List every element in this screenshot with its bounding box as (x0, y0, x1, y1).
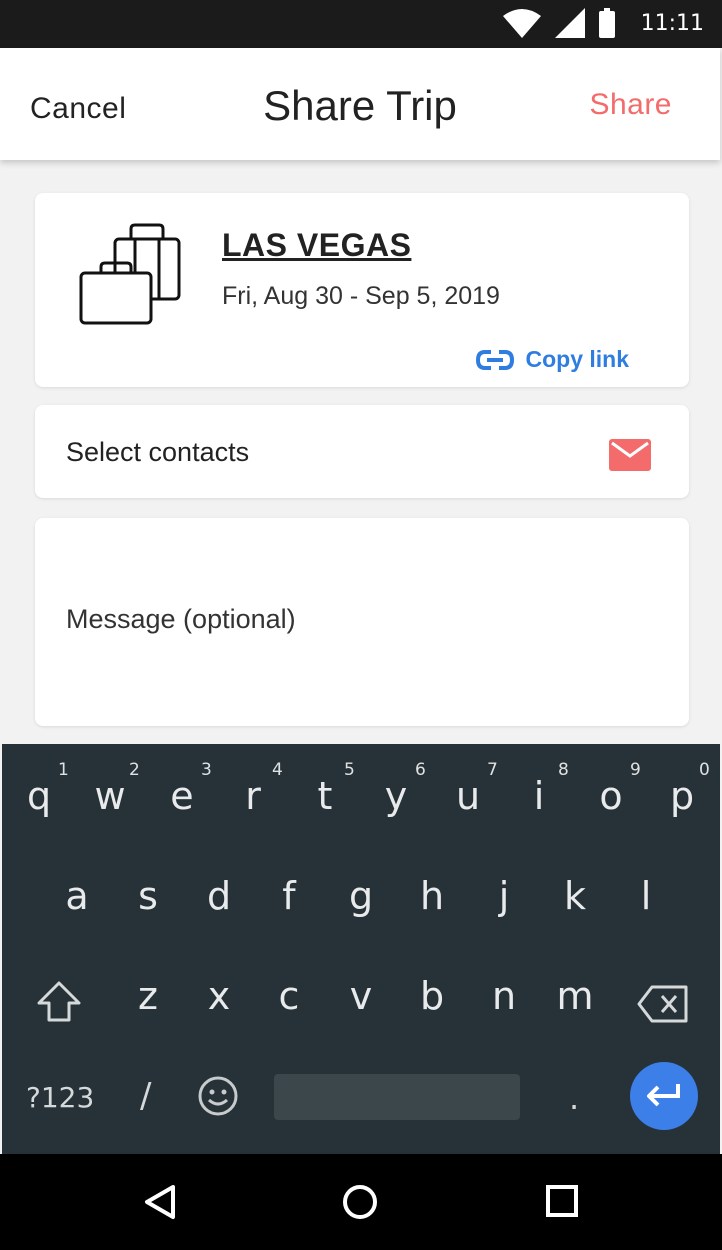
key-label: v (349, 974, 373, 1018)
key-label: y (384, 774, 408, 818)
key-u[interactable]: 7 u (435, 754, 501, 844)
copy-link-button[interactable]: Copy link (475, 346, 629, 373)
key-label: p (669, 774, 695, 818)
key-label: q (26, 774, 52, 818)
key-m[interactable]: m (542, 954, 608, 1044)
key-y[interactable]: 6 y (363, 754, 429, 844)
battery-icon (598, 8, 615, 38)
enter-icon (647, 1084, 680, 1107)
key-label: t (317, 774, 333, 818)
key-a[interactable]: a (44, 854, 110, 944)
key-label: a (65, 874, 89, 918)
key-label: e (170, 774, 194, 818)
key-g[interactable]: g (328, 854, 394, 944)
navigation-bar (0, 1154, 722, 1250)
key-p[interactable]: 0 p (649, 754, 715, 844)
status-icons: 11:11 (502, 8, 704, 38)
trip-dates: Fri, Aug 30 - Sep 5, 2019 (222, 282, 500, 310)
key-label: b (419, 974, 445, 1018)
key-x[interactable]: x (186, 954, 252, 1044)
enter-key[interactable] (630, 1062, 698, 1130)
key-label: x (207, 974, 231, 1018)
backspace-key[interactable] (630, 954, 696, 1044)
key-q[interactable]: 1 q (6, 754, 72, 844)
key-e[interactable]: 3 e (149, 754, 215, 844)
key-f[interactable]: f (256, 854, 322, 944)
key-r[interactable]: 4 r (220, 754, 286, 844)
recents-icon[interactable] (545, 1184, 579, 1218)
keyboard: 1 q 2 w 3 e 4 r 5 t 6 y 7 u 8 i 9 o 0 p … (2, 744, 720, 1154)
key-label: o (599, 774, 623, 818)
slash-key[interactable]: / (140, 1076, 151, 1116)
key-label: m (556, 974, 594, 1018)
key-s[interactable]: s (115, 854, 181, 944)
key-label: h (419, 874, 445, 918)
key-label: r (245, 774, 261, 818)
key-label: w (94, 774, 126, 818)
key-label: d (206, 874, 232, 918)
key-o[interactable]: 9 o (578, 754, 644, 844)
app-bar: Cancel Share Trip Share (0, 48, 720, 160)
key-j[interactable]: j (471, 854, 537, 944)
clock: 11:11 (640, 10, 704, 36)
mail-icon[interactable] (609, 439, 651, 471)
key-i[interactable]: 8 i (506, 754, 572, 844)
key-k[interactable]: k (542, 854, 608, 944)
space-bar[interactable] (274, 1074, 520, 1120)
backspace-icon (637, 985, 688, 1023)
key-label: k (563, 874, 586, 918)
shift-key[interactable] (26, 954, 92, 1044)
key-label: g (348, 874, 374, 918)
message-input[interactable] (66, 604, 656, 635)
select-contacts-label: Select contacts (66, 437, 250, 467)
key-label: l (640, 874, 652, 918)
key-b[interactable]: b (399, 954, 465, 1044)
status-bar: 11:11 (0, 0, 722, 48)
key-d[interactable]: d (186, 854, 252, 944)
wifi-icon (502, 9, 541, 38)
key-label: u (455, 774, 481, 818)
share-button[interactable]: Share (589, 88, 672, 122)
key-z[interactable]: z (115, 954, 181, 1044)
shift-icon (37, 981, 81, 1022)
key-label: c (278, 974, 300, 1018)
symbols-key[interactable]: ?123 (26, 1081, 94, 1114)
trip-destination[interactable]: LAS VEGAS (222, 227, 411, 264)
link-icon (476, 349, 515, 370)
home-icon[interactable] (342, 1184, 378, 1220)
key-h[interactable]: h (399, 854, 465, 944)
key-label: z (138, 974, 158, 1018)
copy-link-label: Copy link (525, 346, 629, 372)
key-c[interactable]: c (256, 954, 322, 1044)
trip-card: LAS VEGAS Fri, Aug 30 - Sep 5, 2019 Copy… (35, 193, 689, 387)
period-key[interactable]: . (569, 1079, 579, 1117)
key-n[interactable]: n (471, 954, 537, 1044)
key-label: f (282, 874, 296, 918)
back-icon[interactable] (143, 1184, 177, 1220)
message-card (35, 518, 689, 726)
key-w[interactable]: 2 w (77, 754, 143, 844)
key-l[interactable]: l (613, 854, 679, 944)
signal-icon (554, 8, 585, 38)
luggage-icon (79, 223, 181, 325)
key-v[interactable]: v (328, 954, 394, 1044)
select-contacts-field[interactable]: Select contacts (35, 405, 689, 498)
key-label: n (491, 974, 517, 1018)
key-label: i (533, 774, 545, 818)
key-label: j (498, 874, 510, 918)
key-label: s (138, 874, 158, 918)
key-t[interactable]: 5 t (292, 754, 358, 844)
emoji-icon[interactable] (197, 1075, 239, 1117)
